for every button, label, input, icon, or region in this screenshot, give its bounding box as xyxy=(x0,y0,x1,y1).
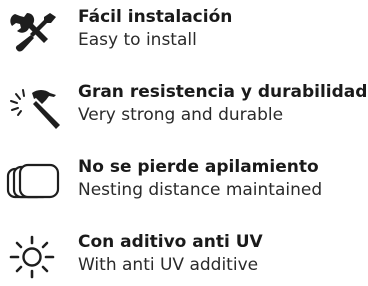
hammer-icon xyxy=(6,85,60,129)
feature-title: Gran resistencia y durabilidad xyxy=(78,82,368,102)
feature-title: Con aditivo anti UV xyxy=(78,232,263,252)
feature-title: Fácil instalación xyxy=(78,7,233,27)
feature-strong-durable: Gran resistencia y durabilidad Very stro… xyxy=(0,79,368,135)
feature-subtitle: Easy to install xyxy=(78,30,197,50)
tools-icon xyxy=(6,10,60,54)
sun-icon xyxy=(6,235,60,279)
feature-nesting: No se pierde apilamiento Nesting distanc… xyxy=(0,154,368,210)
feature-subtitle: With anti UV additive xyxy=(78,255,259,275)
feature-subtitle: Nesting distance maintained xyxy=(78,180,323,200)
feature-subtitle: Very strong and durable xyxy=(78,105,284,125)
feature-anti-uv: Con aditivo anti UV With anti UV additiv… xyxy=(0,229,368,285)
feature-title: No se pierde apilamiento xyxy=(78,157,319,177)
stacked-trays-icon xyxy=(6,160,60,204)
feature-easy-install: Fácil instalación Easy to install xyxy=(0,4,368,60)
